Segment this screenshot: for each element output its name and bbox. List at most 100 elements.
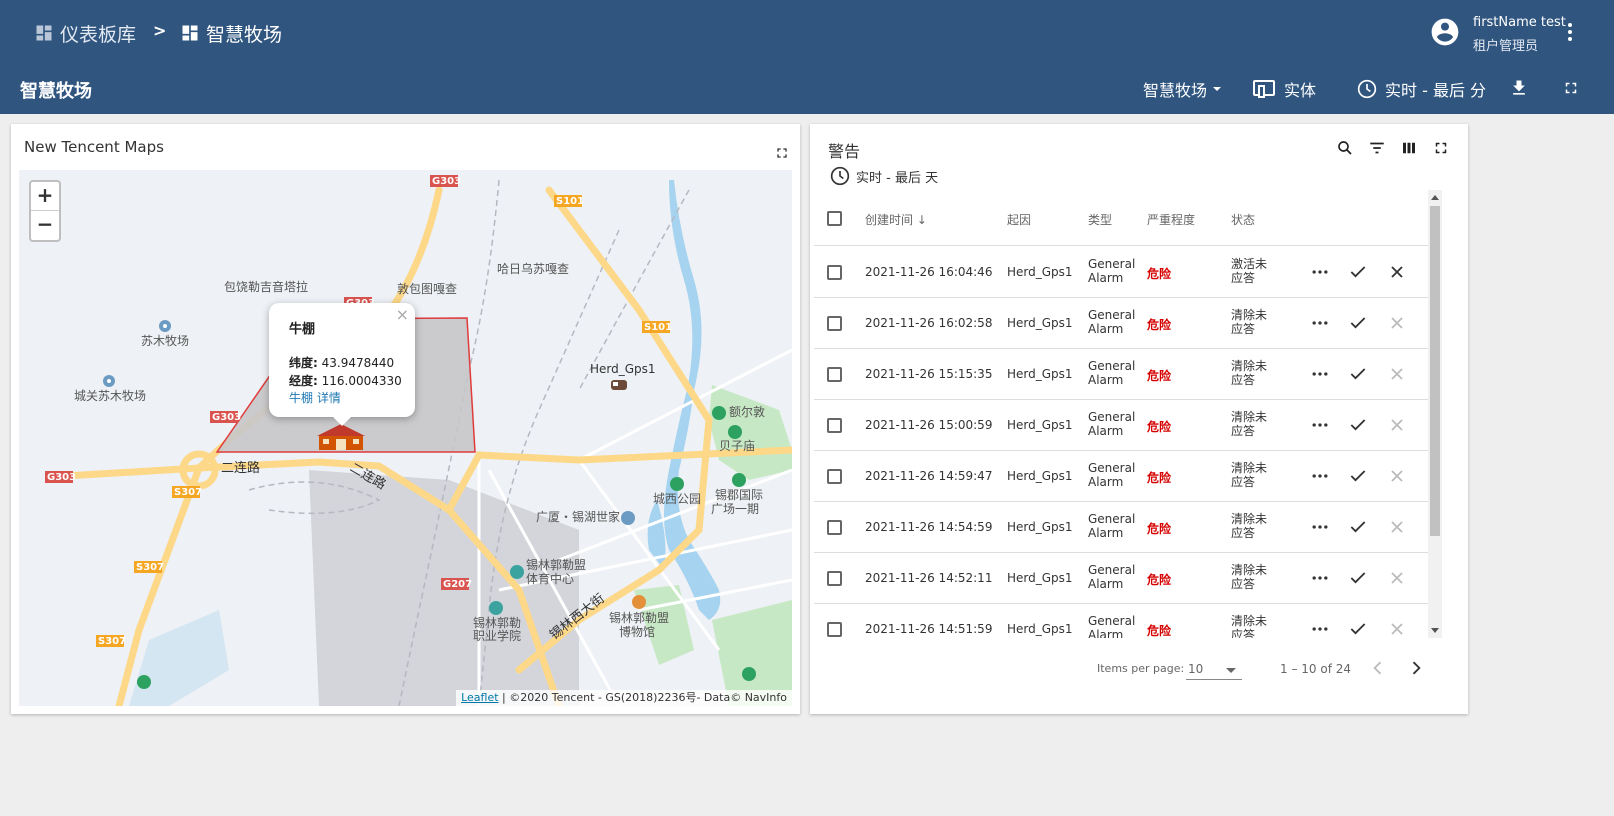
breadcrumb-dashboards[interactable]: 仪表板库 [34,20,136,46]
table-row[interactable]: 2021-11-26 14:54:59 Herd_Gps1 General Alarm… [814,502,1428,553]
scroll-up-arrow[interactable] [1431,195,1439,200]
more-horiz-icon[interactable] [1310,619,1330,638]
map-canvas[interactable]: G303 G303 G303 G303 G207 S101 S101 S307 … [19,170,792,706]
map-place-label: 额尔敦 [729,404,765,419]
account-circle-icon[interactable] [1429,16,1461,48]
cell-created-time: 2021-11-26 15:15:35 [865,367,993,381]
table-row[interactable]: 2021-11-26 14:59:47 Herd_Gps1 General Alarm… [814,451,1428,502]
table-row[interactable]: 2021-11-26 16:02:58 Herd_Gps1 General Alarm… [814,298,1428,349]
entities-button[interactable]: 实体 [1252,76,1316,102]
table-row[interactable]: 2021-11-26 15:15:35 Herd_Gps1 General Alarm… [814,349,1428,400]
check-icon[interactable] [1348,619,1368,638]
items-per-page-select[interactable]: 10 [1186,658,1242,680]
dashboard-title: 智慧牧场 [20,81,92,102]
more-horiz-icon[interactable] [1310,364,1330,384]
row-checkbox[interactable] [827,265,842,280]
check-icon[interactable] [1348,364,1368,384]
more-horiz-icon[interactable] [1310,466,1330,486]
close-icon[interactable] [1387,415,1407,435]
row-checkbox[interactable] [827,520,842,535]
row-checkbox[interactable] [827,469,842,484]
table-row[interactable]: 2021-11-26 16:04:46 Herd_Gps1 General Alarm… [814,247,1428,298]
more-horiz-icon[interactable] [1310,517,1330,537]
check-icon[interactable] [1348,262,1368,282]
devices-icon [1253,80,1275,98]
road-shield: S101 [556,196,584,207]
column-severity[interactable]: 严重程度 [1147,211,1195,228]
check-icon[interactable] [1348,466,1368,486]
next-page-icon[interactable] [1406,658,1426,678]
column-originator[interactable]: 起因 [1007,211,1031,228]
cell-type-line2: Alarm [1088,526,1124,540]
column-status[interactable]: 状态 [1231,211,1255,228]
download-icon[interactable] [1509,78,1529,98]
scroll-thumb[interactable] [1430,206,1440,536]
cell-type-line2: Alarm [1088,322,1124,336]
road-shield: G303 [432,176,461,187]
close-icon[interactable] [1387,619,1407,638]
popup-title: 牛棚 [289,322,316,337]
dashboard-toolbar: 智慧牧场 智慧牧场 实体 实时 - 最后 分 [0,64,1614,114]
cell-type-line2: Alarm [1088,373,1124,387]
zoom-out-button[interactable]: − [31,211,59,240]
state-select[interactable]: 智慧牧场 [1143,76,1223,102]
table-scrollbar[interactable] [1428,190,1442,638]
cell-status-line1: 清除未 [1231,563,1268,577]
cell-status-line1: 清除未 [1231,359,1268,373]
leaflet-link[interactable]: Leaflet [461,691,498,704]
page-range-label: 1 – 10 of 24 [1280,662,1351,676]
cell-status-line2: 应答 [1231,475,1256,489]
close-icon[interactable] [1387,568,1407,588]
column-created-time[interactable]: 创建时间 ↓ [865,211,927,228]
cell-severity: 危险 [1147,267,1172,281]
table-row[interactable]: 2021-11-26 14:51:59 Herd_Gps1 General Alarm… [814,604,1428,638]
column-type[interactable]: 类型 [1088,211,1112,228]
top-header: 仪表板库 > 智慧牧场 firstName test 租户管理员 [0,0,1614,64]
search-icon[interactable] [1336,139,1354,157]
fullscreen-icon[interactable] [774,145,790,161]
row-checkbox[interactable] [827,367,842,382]
row-checkbox[interactable] [827,418,842,433]
more-horiz-icon[interactable] [1310,262,1330,282]
fullscreen-icon[interactable] [1432,139,1450,157]
close-icon[interactable] [1387,517,1407,537]
close-icon[interactable] [1387,262,1407,282]
dashboard-icon [36,25,52,41]
check-icon[interactable] [1348,568,1368,588]
more-horiz-icon[interactable] [1310,568,1330,588]
cell-type-line1: General [1088,512,1136,526]
check-icon[interactable] [1348,415,1368,435]
row-checkbox[interactable] [827,622,842,637]
zoom-in-button[interactable]: + [31,182,59,211]
more-vert-icon[interactable] [1567,22,1573,42]
map-place-label: 敦包图嘎查 [397,281,457,296]
filter-icon[interactable] [1368,139,1386,157]
close-icon[interactable] [1387,466,1407,486]
table-row[interactable]: 2021-11-26 15:00:59 Herd_Gps1 General Alarm… [814,400,1428,451]
scroll-down-arrow[interactable] [1431,628,1439,633]
previous-page-icon[interactable] [1368,658,1388,678]
fullscreen-icon[interactable] [1562,79,1580,97]
cell-type: General Alarm [1088,563,1148,591]
check-icon[interactable] [1348,517,1368,537]
map-widget-title: New Tencent Maps [24,138,164,156]
map-tiles: G303 G303 G303 G303 G207 S101 S101 S307 … [45,175,792,706]
more-horiz-icon[interactable] [1310,313,1330,333]
cell-type-line1: General [1088,359,1136,373]
timewindow-button[interactable]: 实时 - 最后 分 [1357,76,1486,102]
popup-close-button[interactable]: × [396,305,409,324]
close-icon[interactable] [1387,313,1407,333]
close-icon[interactable] [1387,364,1407,384]
alarms-timewindow[interactable]: 实时 - 最后 天 [830,166,938,186]
more-horiz-icon[interactable] [1310,415,1330,435]
map-road-label: 二连路 [221,460,260,476]
row-checkbox[interactable] [827,316,842,331]
select-all-checkbox[interactable] [827,211,842,226]
row-checkbox[interactable] [827,571,842,586]
check-icon[interactable] [1348,313,1368,333]
state-select-label: 智慧牧场 [1143,81,1208,100]
table-row[interactable]: 2021-11-26 14:52:11 Herd_Gps1 General Alarm… [814,553,1428,604]
map-attribution: Leaflet | ©2020 Tencent - GS(2018)2236号-… [456,690,792,706]
view-column-icon[interactable] [1400,139,1418,157]
popup-details-link[interactable]: 牛棚 详情 [289,389,341,406]
